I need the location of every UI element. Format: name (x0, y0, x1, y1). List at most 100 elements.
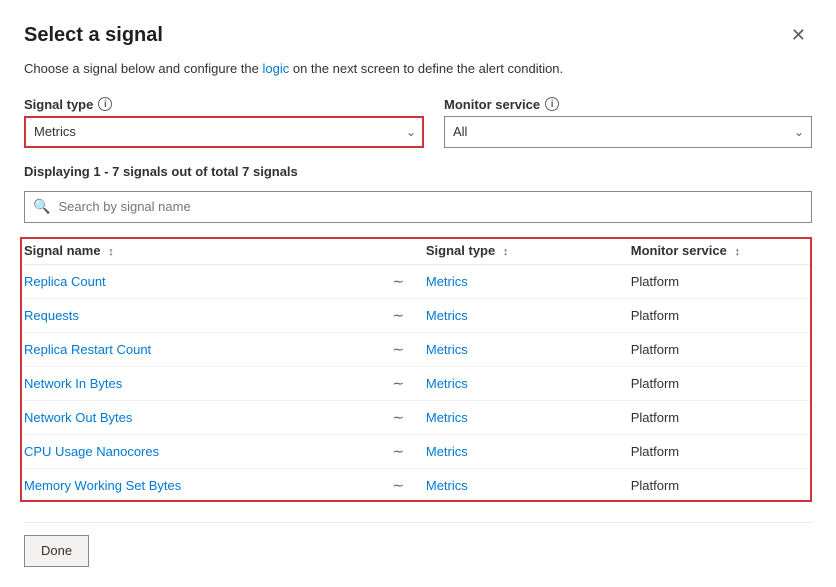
metrics-label: Metrics (426, 444, 468, 459)
metrics-label: Metrics (426, 376, 468, 391)
monitor-service-label: Monitor service i (444, 97, 812, 112)
table-container: Signal name ↕ Signal type ↕ Monitor serv… (24, 237, 812, 502)
col-header-monitor-service[interactable]: Monitor service ↕ (631, 237, 812, 265)
search-input[interactable] (58, 199, 803, 214)
platform-label: Platform (631, 274, 679, 289)
monitor-wave-icon-cell (583, 264, 630, 298)
wave-icon-cell: ∼ (379, 468, 426, 502)
signal-type-cell: Metrics (426, 468, 584, 502)
table-row[interactable]: Replica Count ∼ Metrics Platform (24, 264, 812, 298)
signal-type-cell: Metrics (426, 366, 584, 400)
metrics-label: Metrics (426, 308, 468, 323)
monitor-wave-icon-cell (583, 366, 630, 400)
signal-type-cell: Metrics (426, 400, 584, 434)
table-row[interactable]: Memory Working Set Bytes ∼ Metrics Platf… (24, 468, 812, 502)
signal-name-link[interactable]: Network In Bytes (24, 376, 122, 391)
signals-table: Signal name ↕ Signal type ↕ Monitor serv… (24, 237, 812, 502)
form-row: Signal type i Metrics ⌄ Monitor service … (24, 97, 812, 148)
signal-name-link[interactable]: Requests (24, 308, 79, 323)
col-header-signal-type[interactable]: Signal type ↕ (426, 237, 584, 265)
table-row[interactable]: Replica Restart Count ∼ Metrics Platform (24, 332, 812, 366)
table-row[interactable]: Network Out Bytes ∼ Metrics Platform (24, 400, 812, 434)
signal-name-sort-icon: ↕ (108, 246, 114, 258)
search-icon: 🔍 (33, 198, 50, 215)
col-header-signal-name[interactable]: Signal name ↕ (24, 237, 379, 265)
signal-type-sort-icon: ↕ (503, 246, 509, 258)
monitor-service-cell: Platform (631, 468, 812, 502)
signal-name-link[interactable]: Replica Restart Count (24, 342, 151, 357)
monitor-service-cell: Platform (631, 366, 812, 400)
signal-type-select-wrapper: Metrics ⌄ (24, 116, 424, 148)
dialog-footer: Done (24, 522, 812, 567)
wave-icon: ∼ (392, 307, 404, 323)
signal-name-link[interactable]: CPU Usage Nanocores (24, 444, 159, 459)
done-button[interactable]: Done (24, 535, 89, 567)
monitor-service-cell: Platform (631, 434, 812, 468)
wave-icon: ∼ (392, 477, 404, 493)
platform-label: Platform (631, 444, 679, 459)
monitor-service-cell: Platform (631, 298, 812, 332)
table-row[interactable]: CPU Usage Nanocores ∼ Metrics Platform (24, 434, 812, 468)
table-body: Replica Count ∼ Metrics Platform Request… (24, 264, 812, 502)
wave-icon: ∼ (392, 341, 404, 357)
table-row[interactable]: Network In Bytes ∼ Metrics Platform (24, 366, 812, 400)
signal-name-cell: Replica Count (24, 264, 379, 298)
monitor-wave-icon-cell (583, 400, 630, 434)
wave-icon-cell: ∼ (379, 434, 426, 468)
signal-type-cell: Metrics (426, 264, 584, 298)
wave-icon: ∼ (392, 375, 404, 391)
signal-name-cell: CPU Usage Nanocores (24, 434, 379, 468)
logic-link[interactable]: logic (263, 61, 290, 76)
wave-icon: ∼ (392, 273, 404, 289)
wave-icon: ∼ (392, 409, 404, 425)
search-box: 🔍 (24, 191, 812, 223)
platform-label: Platform (631, 478, 679, 493)
wave-icon: ∼ (392, 443, 404, 459)
signal-type-info-icon[interactable]: i (98, 97, 112, 111)
monitor-service-select-wrapper: All ⌄ (444, 116, 812, 148)
signal-name-link[interactable]: Network Out Bytes (24, 410, 132, 425)
monitor-wave-icon-cell (583, 434, 630, 468)
close-button[interactable]: ✕ (785, 24, 812, 46)
signal-type-cell: Metrics (426, 298, 584, 332)
description-text: Choose a signal below and configure the … (24, 59, 812, 79)
platform-label: Platform (631, 376, 679, 391)
monitor-service-cell: Platform (631, 400, 812, 434)
signal-type-select[interactable]: Metrics (24, 116, 424, 148)
signal-name-cell: Network In Bytes (24, 366, 379, 400)
metrics-label: Metrics (426, 274, 468, 289)
signal-type-label: Signal type i (24, 97, 424, 112)
dialog-title: Select a signal (24, 24, 163, 47)
monitor-wave-icon-cell (583, 468, 630, 502)
monitor-service-group: Monitor service i All ⌄ (444, 97, 812, 148)
platform-label: Platform (631, 342, 679, 357)
platform-label: Platform (631, 410, 679, 425)
table-header: Signal name ↕ Signal type ↕ Monitor serv… (24, 237, 812, 265)
metrics-label: Metrics (426, 410, 468, 425)
monitor-service-select[interactable]: All (444, 116, 812, 148)
monitor-wave-icon-cell (583, 298, 630, 332)
signal-name-link[interactable]: Replica Count (24, 274, 106, 289)
signal-name-cell: Replica Restart Count (24, 332, 379, 366)
wave-icon-cell: ∼ (379, 366, 426, 400)
wave-icon-cell: ∼ (379, 298, 426, 332)
table-row[interactable]: Requests ∼ Metrics Platform (24, 298, 812, 332)
signal-type-cell: Metrics (426, 332, 584, 366)
signal-name-cell: Network Out Bytes (24, 400, 379, 434)
wave-icon-cell: ∼ (379, 332, 426, 366)
signal-name-cell: Memory Working Set Bytes (24, 468, 379, 502)
metrics-label: Metrics (426, 342, 468, 357)
monitor-service-info-icon[interactable]: i (545, 97, 559, 111)
monitor-wave-icon-cell (583, 332, 630, 366)
monitor-service-cell: Platform (631, 264, 812, 298)
monitor-sort-icon: ↕ (734, 246, 740, 258)
col-header-icon1 (379, 237, 426, 265)
signal-type-group: Signal type i Metrics ⌄ (24, 97, 424, 148)
wave-icon-cell: ∼ (379, 264, 426, 298)
col-header-icon2 (583, 237, 630, 265)
metrics-label: Metrics (426, 478, 468, 493)
monitor-service-cell: Platform (631, 332, 812, 366)
platform-label: Platform (631, 308, 679, 323)
signal-name-link[interactable]: Memory Working Set Bytes (24, 478, 181, 493)
display-count: Displaying 1 - 7 signals out of total 7 … (24, 164, 812, 179)
